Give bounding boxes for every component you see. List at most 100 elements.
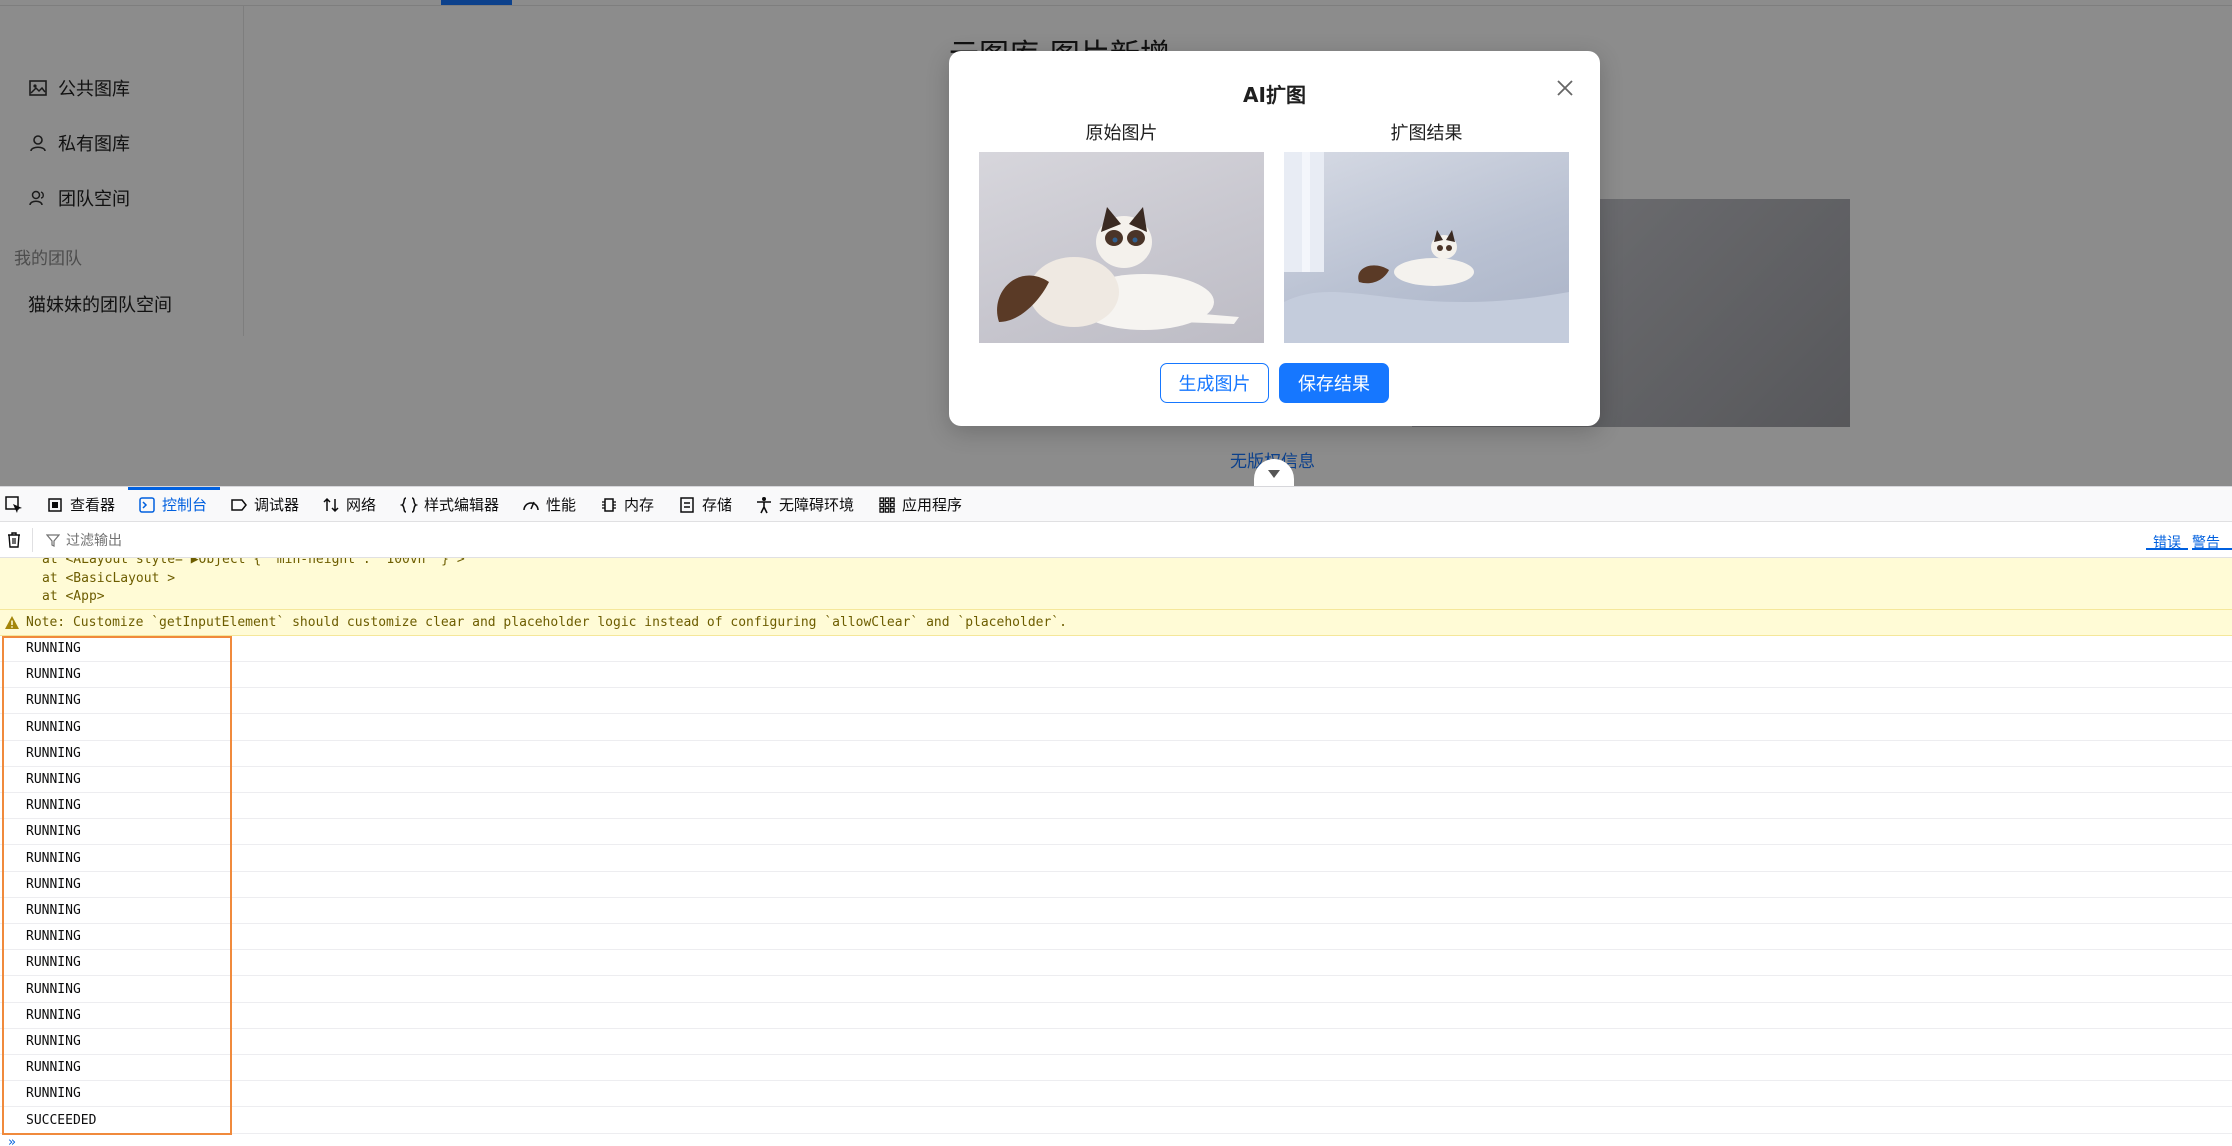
- log-message: RUNNING: [26, 1007, 81, 1023]
- log-row: RUNNING: [0, 767, 2232, 793]
- log-message: RUNNING: [26, 772, 81, 787]
- log-row: RUNNING: [0, 819, 2232, 846]
- log-message: RUNNING: [26, 1034, 81, 1049]
- log-message: RUNNING: [26, 745, 81, 761]
- console-prompt[interactable]: »: [0, 1135, 2232, 1146]
- save-result-button[interactable]: 保存结果: [1279, 363, 1389, 403]
- log-message: RUNNING: [26, 929, 81, 945]
- ai-outpaint-modal: AI扩图 原始图片 扩图结果 生成图片 保存结果: [949, 51, 1600, 426]
- tab-debugger[interactable]: 调试器: [230, 487, 299, 522]
- tab-label: 无障碍环境: [779, 496, 855, 514]
- network-icon: [323, 497, 339, 512]
- log-message: RUNNING: [26, 981, 81, 997]
- log-row: SUCCEEDED: [0, 1108, 2232, 1134]
- filter-errors-button[interactable]: 错误: [2146, 532, 2188, 551]
- debugger-icon: [231, 498, 247, 511]
- console-icon: [139, 496, 155, 513]
- log-row: RUNNING: [0, 662, 2232, 689]
- tab-label: 内存: [624, 496, 655, 514]
- log-message: RUNNING: [26, 693, 81, 709]
- close-icon[interactable]: [1552, 75, 1578, 101]
- log-row: RUNNING: [0, 741, 2232, 767]
- original-image: [979, 152, 1264, 343]
- accessibility-icon: [757, 496, 771, 513]
- log-row: RUNNING: [0, 977, 2232, 1003]
- log-row: RUNNING: [0, 1055, 2232, 1082]
- application-icon: [879, 496, 895, 513]
- tab-label: 存储: [702, 496, 733, 514]
- log-row: RUNNING: [0, 924, 2232, 951]
- tab-label: 性能: [546, 496, 577, 514]
- warning-text: Note: Customize `getInputElement` should…: [26, 615, 1067, 630]
- tab-memory[interactable]: 内存: [600, 487, 654, 522]
- log-row: RUNNING: [0, 1029, 2232, 1055]
- result-image: [1284, 152, 1569, 343]
- stack-line: at <ALayout style= ▶Object { "min-height…: [42, 558, 465, 567]
- tab-label: 网络: [346, 496, 377, 514]
- filter-icon: [46, 534, 60, 547]
- log-message: RUNNING: [26, 903, 81, 918]
- log-row: RUNNING: [0, 793, 2232, 820]
- tab-performance[interactable]: 性能: [522, 487, 576, 522]
- warning-message: Note: Customize `getInputElement` should…: [0, 610, 2232, 636]
- warning-icon: [5, 615, 19, 629]
- log-row: RUNNING: [0, 688, 2232, 715]
- log-message: RUNNING: [26, 641, 81, 656]
- result-image-label: 扩图结果: [1390, 123, 1463, 144]
- log-message: RUNNING: [26, 824, 81, 840]
- tab-label: 查看器: [70, 496, 116, 514]
- log-message: RUNNING: [26, 876, 81, 892]
- filter-output-input[interactable]: 过滤输出: [46, 529, 646, 551]
- log-message: RUNNING: [26, 955, 81, 971]
- log-message: RUNNING: [26, 850, 81, 866]
- tab-inspector[interactable]: 查看器: [46, 487, 115, 522]
- log-message: RUNNING: [26, 798, 81, 814]
- element-picker-icon[interactable]: [4, 495, 24, 515]
- chevron-down-icon: [1268, 470, 1280, 478]
- stack-line: at <App>: [42, 589, 105, 604]
- log-row: RUNNING: [0, 1081, 2232, 1108]
- log-row: RUNNING: [0, 950, 2232, 977]
- app-page: 公共图库 私有图库 团队空间 我的团队 猫妹妹的团队空间 云图库-图片新增 无版…: [0, 0, 2232, 486]
- tab-style-editor[interactable]: 样式编辑器: [400, 487, 499, 522]
- cat-photo-expanded: [1284, 152, 1569, 343]
- trash-icon[interactable]: [5, 531, 23, 549]
- log-message: RUNNING: [26, 1060, 81, 1076]
- log-row: RUNNING: [0, 636, 2232, 662]
- tab-label: 样式编辑器: [424, 496, 500, 514]
- modal-title: AI扩图: [1243, 83, 1306, 107]
- stack-line: at <BasicLayout >: [42, 571, 176, 586]
- tab-label: 调试器: [254, 496, 300, 514]
- generate-image-button[interactable]: 生成图片: [1160, 363, 1269, 403]
- log-message: SUCCEEDED: [26, 1112, 97, 1128]
- filter-warnings-button[interactable]: 警告: [2192, 532, 2232, 551]
- log-row: RUNNING: [0, 872, 2232, 898]
- tab-network[interactable]: 网络: [322, 487, 376, 522]
- tab-application[interactable]: 应用程序: [878, 487, 962, 522]
- log-row: RUNNING: [0, 846, 2232, 872]
- log-message: RUNNING: [26, 667, 81, 683]
- log-row: RUNNING: [0, 898, 2232, 924]
- log-message: RUNNING: [26, 1086, 81, 1102]
- warning-stack-trace: at <ALayout style= ▶Object { "min-height…: [0, 558, 2232, 610]
- performance-icon: [523, 501, 539, 510]
- log-row: RUNNING: [0, 1003, 2232, 1029]
- tab-console[interactable]: 控制台: [138, 487, 207, 522]
- devtools-toolbar: 查看器 控制台 调试器 网络 样式编辑器 性能 内存 存储 无障碍环境 应用程序: [0, 486, 2232, 522]
- tab-label: 应用程序: [902, 496, 963, 514]
- log-message: RUNNING: [26, 719, 81, 735]
- tab-storage[interactable]: 存储: [678, 487, 732, 522]
- tab-label: 控制台: [162, 496, 208, 514]
- memory-icon: [602, 497, 616, 512]
- console-filter-bar: 过滤输出 错误 警告: [0, 522, 2232, 558]
- filter-placeholder: 过滤输出: [66, 533, 122, 549]
- tab-accessibility[interactable]: 无障碍环境: [755, 487, 854, 522]
- original-image-label: 原始图片: [1085, 123, 1158, 144]
- toolbar-separator: [32, 528, 33, 552]
- style-editor-icon: [400, 496, 418, 513]
- console-output: at <ALayout style= ▶Object { "min-height…: [0, 558, 2232, 1146]
- storage-icon: [680, 496, 694, 513]
- cat-photo: [997, 207, 1239, 330]
- inspector-icon: [48, 497, 62, 512]
- log-row: RUNNING: [0, 715, 2232, 741]
